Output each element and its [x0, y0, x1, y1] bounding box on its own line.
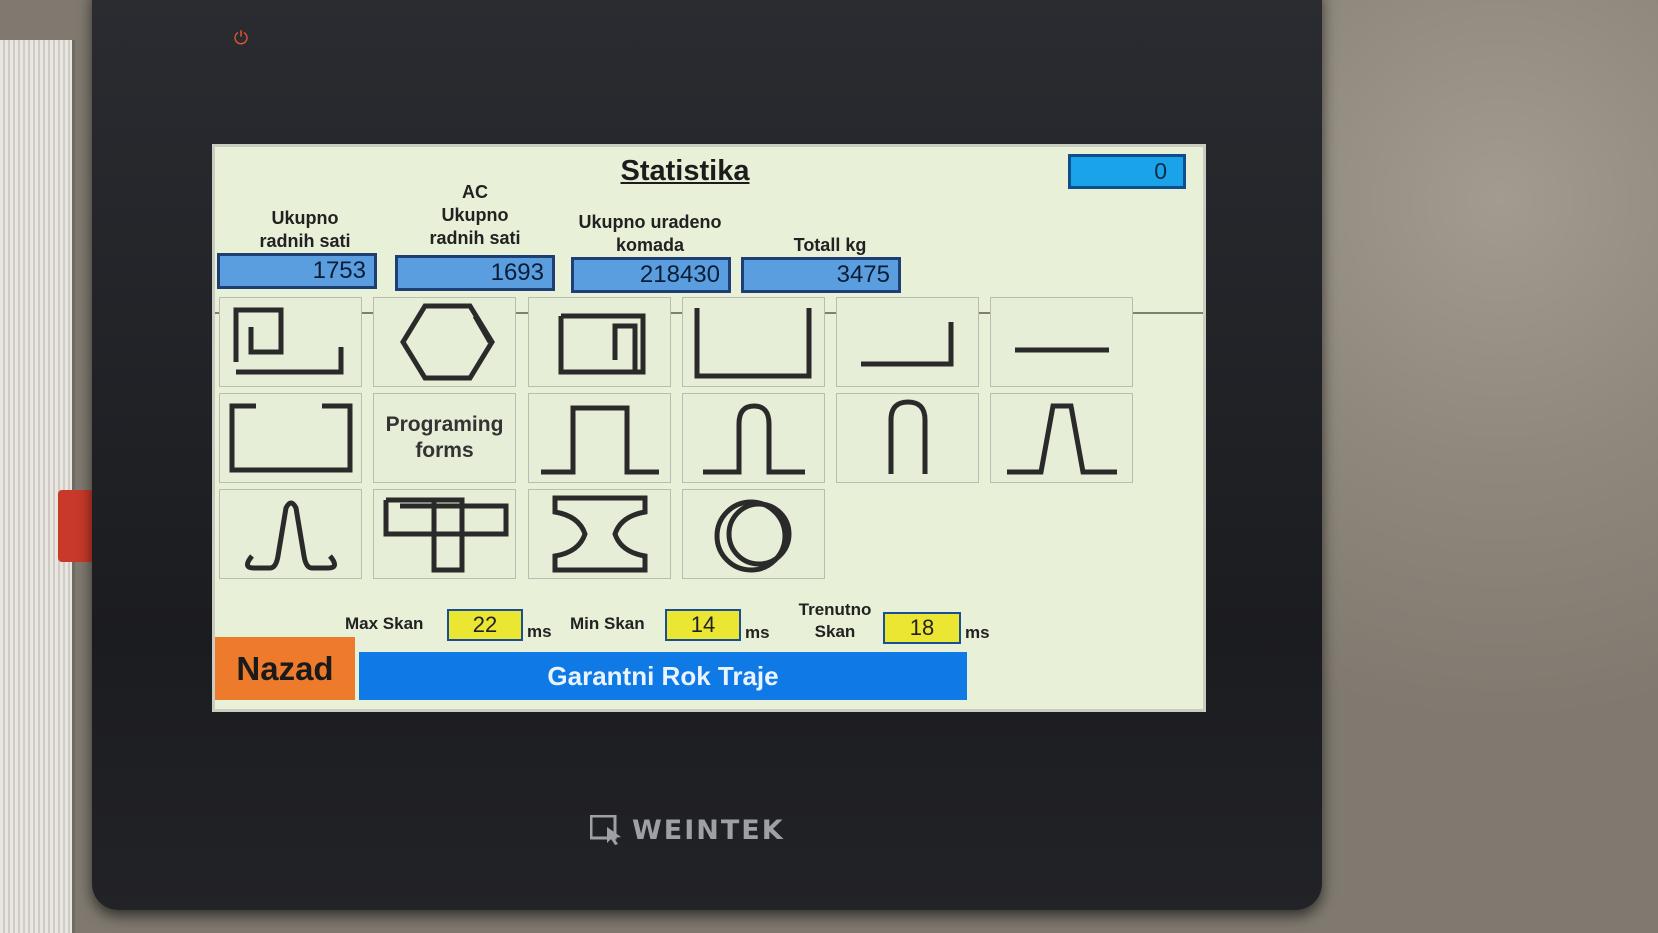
shape-button-coil-ring[interactable]: [682, 489, 825, 579]
warranty-banner: Garantni Rok Traje: [359, 652, 967, 700]
shape-button-l-bend[interactable]: [836, 297, 979, 387]
programming-forms-button[interactable]: Programing forms: [373, 393, 516, 483]
straight-bar-shape-icon: [1014, 347, 1109, 353]
shape-button-u-hairpin[interactable]: [836, 393, 979, 483]
u-channel-shape-icon: [694, 308, 811, 379]
stat-field-ac-total-hours[interactable]: 1693: [395, 255, 555, 291]
square-spiral-shape-icon: [558, 313, 645, 375]
power-icon: ⏻: [233, 28, 249, 48]
shape-button-straight-bar[interactable]: [990, 297, 1133, 387]
stat-field-total-kg[interactable]: 3475: [741, 257, 901, 293]
stat-label-total-kg: Totall kg: [793, 235, 867, 255]
i-beam-shape-icon: [552, 495, 647, 573]
stat-label-total-pieces: Ukupno uradeno komada: [578, 212, 722, 255]
programming-forms-label: Programing forms: [385, 413, 504, 462]
double-rectangle-shape-icon: [383, 497, 508, 573]
spiral-hook-shape-icon: [233, 307, 343, 375]
hexagon-shape-icon: [399, 303, 495, 381]
shape-button-trapezoid-hat[interactable]: [990, 393, 1133, 483]
shape-button-hat-profile[interactable]: [528, 393, 671, 483]
brand-logo: WEINTEK: [590, 810, 830, 850]
shape-button-i-beam[interactable]: [528, 489, 671, 579]
open-rectangle-shape-icon: [229, 403, 352, 473]
brand-name: WEINTEK: [632, 814, 785, 846]
shape-button-omega-hook[interactable]: [219, 489, 362, 579]
current-scan-unit: ms: [965, 623, 990, 642]
stat-field-total-hours[interactable]: 1753: [217, 253, 377, 289]
shape-button-double-rectangle[interactable]: [373, 489, 516, 579]
hmi-screen: Statistika 0 Ukupno radnih sati AC Ukupn…: [212, 144, 1206, 712]
hat-profile-shape-icon: [540, 405, 659, 475]
stat-label-ac-total-hours: AC Ukupno radnih sati: [429, 182, 521, 248]
max-scan-field[interactable]: 22: [447, 609, 523, 641]
top-counter-field[interactable]: 0: [1068, 154, 1186, 189]
trapezoid-hat-shape-icon: [1006, 403, 1117, 475]
back-button[interactable]: Nazad: [215, 637, 355, 700]
shape-button-square-spiral[interactable]: [528, 297, 671, 387]
shape-button-open-rectangle[interactable]: [219, 393, 362, 483]
stat-field-total-pieces[interactable]: 218430: [571, 257, 731, 293]
min-scan-label: Min Skan: [570, 614, 645, 633]
shape-button-narrow-hat-profile[interactable]: [682, 393, 825, 483]
current-scan-label: Trenutno Skan: [798, 600, 872, 641]
stat-label-total-hours: Ukupno radnih sati: [259, 208, 351, 251]
omega-hook-shape-icon: [244, 500, 337, 571]
page-title: Statistika: [620, 155, 750, 187]
narrow-hat-profile-shape-icon: [702, 403, 805, 475]
weintek-logo-icon: [590, 815, 621, 845]
coil-ring-shape-icon: [714, 499, 791, 573]
current-scan-field[interactable]: 18: [883, 612, 961, 644]
max-scan-unit: ms: [527, 622, 552, 641]
max-scan-label: Max Skan: [345, 614, 424, 633]
shape-button-hexagon[interactable]: [373, 297, 516, 387]
u-hairpin-shape-icon: [888, 399, 927, 474]
shape-button-u-channel[interactable]: [682, 297, 825, 387]
l-bend-shape-icon: [860, 322, 953, 367]
min-scan-field[interactable]: 14: [665, 609, 741, 641]
min-scan-unit: ms: [745, 623, 770, 642]
shape-button-spiral-hook[interactable]: [219, 297, 362, 387]
notebook: [0, 40, 75, 933]
